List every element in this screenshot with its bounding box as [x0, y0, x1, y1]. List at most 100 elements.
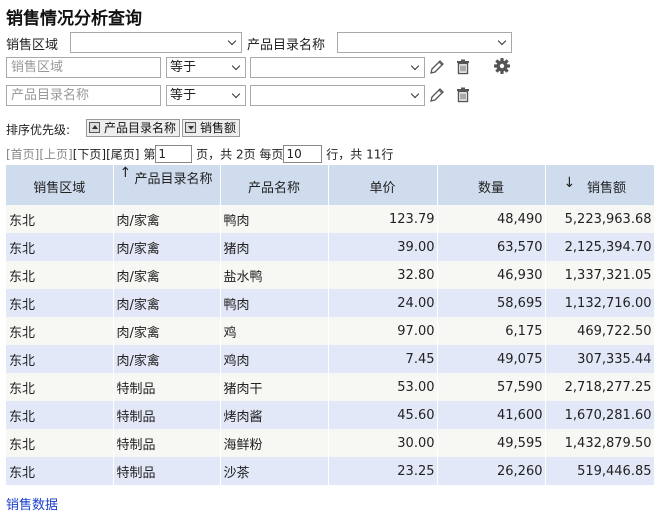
table-cell-category: 肉/家禽 — [113, 205, 221, 233]
table-header-row: 销售区域 ↑ 产品目录名称 产品名称 单价 数量 ↓ 销售额 — [6, 165, 655, 205]
table-cell-category: 肉/家禽 — [113, 233, 221, 261]
sort-item-label: 销售额 — [200, 121, 237, 135]
page-number-input[interactable]: 1 — [155, 145, 193, 163]
gear-icon[interactable] — [493, 57, 511, 75]
trash-icon[interactable] — [454, 58, 472, 76]
table-cell-category: 肉/家禽 — [113, 345, 221, 373]
condition-operator-select-1[interactable]: 等于 — [166, 57, 246, 78]
table-cell-unit-price: 39.00 — [328, 233, 438, 261]
trash-icon[interactable] — [454, 86, 472, 104]
table-cell-region: 东北 — [6, 317, 114, 345]
table-cell-sales: 307,335.44 — [545, 345, 655, 373]
column-header-label: 产品名称 — [247, 181, 300, 196]
column-header-product[interactable]: 产品名称 — [220, 165, 329, 205]
pager-next[interactable]: [下页] — [73, 148, 106, 162]
table-cell-region: 东北 — [6, 289, 114, 317]
pager-first[interactable]: [首页] — [6, 148, 39, 162]
table-row: 东北 肉/家禽 鸭肉 123.79 48,490 5,223,963.68 — [6, 205, 655, 233]
pencil-icon[interactable] — [428, 58, 446, 76]
table-cell-unit-price: 23.25 — [328, 457, 438, 485]
pager-prev[interactable]: [上页] — [39, 148, 72, 162]
page-size-input[interactable]: 10 — [283, 145, 323, 163]
column-header-label: 销售额 — [586, 181, 626, 196]
table-cell-product: 鸭肉 — [220, 205, 329, 233]
table-cell-region: 东北 — [6, 429, 114, 457]
category-select[interactable] — [337, 32, 512, 53]
table-row: 东北 肉/家禽 鸡肉 7.45 49,075 307,335.44 — [6, 345, 655, 373]
table-row: 东北 肉/家禽 盐水鸭 32.80 46,930 1,337,321.05 — [6, 261, 655, 289]
column-header-label: 单价 — [369, 181, 396, 196]
table-cell-sales: 1,670,281.60 — [545, 401, 655, 429]
table-cell-product: 猪肉 — [220, 233, 329, 261]
table-cell-region: 东北 — [6, 345, 114, 373]
pencil-icon[interactable] — [428, 86, 446, 104]
table-cell-product: 海鲜粉 — [220, 429, 329, 457]
table-cell-category: 特制品 — [113, 373, 221, 401]
region-select[interactable] — [70, 32, 242, 53]
table-cell-unit-price: 45.60 — [328, 401, 438, 429]
table-cell-category: 肉/家禽 — [113, 289, 221, 317]
table-cell-product: 沙茶 — [220, 457, 329, 485]
sales-table: 销售区域 ↑ 产品目录名称 产品名称 单价 数量 ↓ 销售额 东北 肉/家禽 鸭肉 123.79 48… — [6, 165, 655, 485]
table-cell-sales: 2,718,277.25 — [545, 373, 655, 401]
category-filter-label: 产品目录名称 — [247, 38, 326, 53]
table-cell-unit-price: 97.00 — [328, 317, 438, 345]
sort-item-sales[interactable]: 销售额 — [182, 119, 241, 137]
pager-last[interactable]: [尾页] — [106, 148, 139, 162]
sort-item-category[interactable]: 产品目录名称 — [86, 119, 181, 137]
condition-value-select-2[interactable] — [250, 85, 425, 106]
table-cell-quantity: 49,595 — [437, 429, 546, 457]
column-header-label: 销售区域 — [33, 181, 86, 196]
region-filter-label: 销售区域 — [6, 38, 59, 53]
table-cell-region: 东北 — [6, 205, 114, 233]
column-header-label: 数量 — [477, 181, 504, 196]
table-cell-quantity: 41,600 — [437, 401, 546, 429]
condition-field-input-1[interactable] — [6, 57, 161, 78]
table-cell-unit-price: 32.80 — [328, 261, 438, 289]
table-cell-sales: 1,337,321.05 — [545, 261, 655, 289]
table-cell-region: 东北 — [6, 401, 114, 429]
table-cell-quantity: 57,590 — [437, 373, 546, 401]
table-cell-category: 特制品 — [113, 401, 221, 429]
page-title: 销售情况分析查询 — [6, 9, 142, 29]
column-header-sales[interactable]: ↓ 销售额 — [545, 165, 655, 205]
sales-data-link[interactable]: 销售数据 — [6, 494, 58, 513]
table-cell-product: 盐水鸭 — [220, 261, 329, 289]
table-cell-sales: 1,132,716.00 — [545, 289, 655, 317]
condition-value-select-1[interactable] — [250, 57, 425, 78]
table-cell-quantity: 46,930 — [437, 261, 546, 289]
table-row: 东北 特制品 烤肉酱 45.60 41,600 1,670,281.60 — [6, 401, 655, 429]
table-cell-category: 特制品 — [113, 457, 221, 485]
table-cell-category: 肉/家禽 — [113, 317, 221, 345]
table-cell-unit-price: 30.00 — [328, 429, 438, 457]
condition-field-input-2[interactable] — [6, 85, 161, 106]
table-cell-product: 鸡 — [220, 317, 329, 345]
table-cell-product: 鸡肉 — [220, 345, 329, 373]
table-cell-quantity: 63,570 — [437, 233, 546, 261]
table-cell-unit-price: 53.00 — [328, 373, 438, 401]
table-row: 东北 特制品 沙茶 23.25 26,260 519,446.85 — [6, 457, 655, 485]
table-cell-region: 东北 — [6, 261, 114, 289]
table-row: 东北 肉/家禽 鸭肉 24.00 58,695 1,132,716.00 — [6, 289, 655, 317]
table-cell-product: 猪肉干 — [220, 373, 329, 401]
table-cell-unit-price: 123.79 — [328, 205, 438, 233]
table-cell-product: 烤肉酱 — [220, 401, 329, 429]
column-header-region[interactable]: 销售区域 — [6, 165, 114, 205]
table-cell-sales: 469,722.50 — [545, 317, 655, 345]
table-cell-quantity: 26,260 — [437, 457, 546, 485]
table-cell-category: 肉/家禽 — [113, 261, 221, 289]
table-cell-sales: 1,432,879.50 — [545, 429, 655, 457]
column-header-quantity[interactable]: 数量 — [437, 165, 546, 205]
condition-operator-select-2[interactable]: 等于 — [166, 85, 246, 106]
sort-desc-icon — [185, 122, 196, 133]
column-header-unit-price[interactable]: 单价 — [328, 165, 438, 205]
table-cell-sales: 5,223,963.68 — [545, 205, 655, 233]
column-header-category[interactable]: ↑ 产品目录名称 — [113, 165, 221, 205]
table-cell-region: 东北 — [6, 373, 114, 401]
table-row: 东北 特制品 猪肉干 53.00 57,590 2,718,277.25 — [6, 373, 655, 401]
table-cell-unit-price: 7.45 — [328, 345, 438, 373]
table-cell-sales: 519,446.85 — [545, 457, 655, 485]
table-cell-quantity: 58,695 — [437, 289, 546, 317]
pager-page-suffix: 页，共 2页 每页 — [196, 147, 284, 162]
table-cell-product: 鸭肉 — [220, 289, 329, 317]
